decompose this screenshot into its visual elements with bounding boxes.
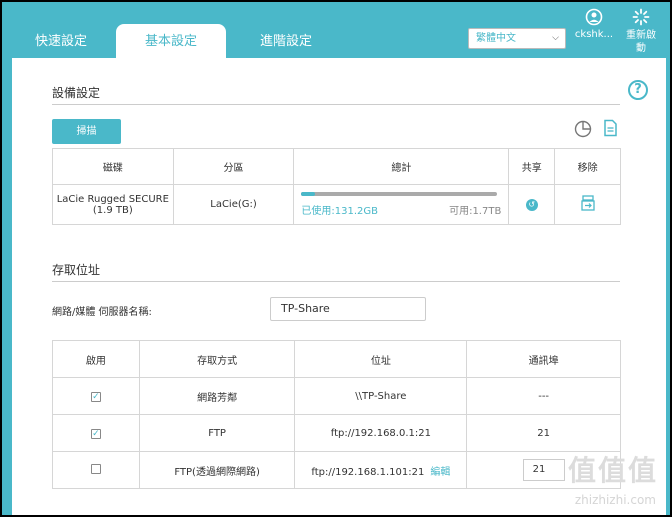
eject-icon[interactable] xyxy=(580,195,595,211)
column-header-access-method: 存取方式 xyxy=(138,340,296,378)
reboot-icon xyxy=(632,8,650,26)
language-select-value: 繁體中文 xyxy=(476,33,516,44)
user-account-button[interactable]: ckshk... xyxy=(572,8,616,40)
watermark-logo: 值值值 xyxy=(567,454,658,487)
access-port: --- xyxy=(466,377,621,415)
table-row: LaCie Rugged SECURE (1.9 TB) LaCie(G:) 已… xyxy=(52,184,621,225)
router-admin-window: 快速設定 基本設定 進階設定 繁體中文 ⌵ ckshk... 重新啟動 設備設定… xyxy=(2,2,670,515)
device-settings-title: 設備設定 xyxy=(52,86,101,100)
port-input[interactable]: 21 xyxy=(522,459,565,481)
user-icon xyxy=(585,8,603,26)
usage-progress-bar xyxy=(301,192,498,196)
usage-cell: 已使用:131.2GB 可用:1.7TB xyxy=(293,184,510,225)
enable-checkbox[interactable] xyxy=(90,463,101,474)
edit-link[interactable]: 編輯 xyxy=(430,467,450,478)
pie-chart-icon[interactable] xyxy=(574,120,592,138)
help-icon[interactable]: ? xyxy=(628,80,648,100)
share-cell: ↺ xyxy=(508,184,556,225)
column-header-port: 通訊埠 xyxy=(466,340,621,378)
access-table: 啟用 存取方式 位址 通訊埠 ✓ 網路芳鄰 \\TP-Share --- ✓ F… xyxy=(52,340,621,489)
divider xyxy=(52,281,620,282)
enable-checkbox[interactable]: ✓ xyxy=(90,391,101,402)
tab-advanced-settings[interactable]: 進階設定 xyxy=(236,24,336,60)
reboot-label: 重新啟動 xyxy=(626,30,656,54)
column-header-share: 共享 xyxy=(508,148,556,185)
table-row: FTP(透過網際網路) ftp://192.168.1.101:21 編輯 21 xyxy=(52,451,621,489)
access-address: ftp://192.168.1.101:21 xyxy=(311,466,425,478)
used-space: 已使用:131.2GB xyxy=(301,206,378,217)
reboot-button[interactable]: 重新啟動 xyxy=(620,8,662,55)
main-content: 設備設定 ? 掃描 磁碟 分區 總計 共享 移除 LaCie Rugged SE… xyxy=(12,58,666,515)
column-header-address: 位址 xyxy=(294,340,468,378)
server-name-input[interactable]: TP-Share xyxy=(270,297,426,321)
tab-basic-settings[interactable]: 基本設定 xyxy=(116,24,226,60)
user-label: ckshk... xyxy=(574,29,614,40)
usage-progress-fill xyxy=(301,192,316,196)
column-header-remove: 移除 xyxy=(554,148,621,185)
share-icon[interactable]: ↺ xyxy=(525,198,538,211)
table-row: ✓ FTP ftp://192.168.0.1:21 21 xyxy=(52,414,621,452)
remove-cell xyxy=(554,184,621,225)
tab-quick-setup[interactable]: 快速設定 xyxy=(16,24,106,60)
access-address: \\TP-Share xyxy=(294,377,468,415)
language-select[interactable]: 繁體中文 ⌵ xyxy=(468,28,566,49)
access-address-title: 存取位址 xyxy=(52,263,101,277)
access-method: 網路芳鄰 xyxy=(138,377,296,415)
access-method: FTP xyxy=(138,414,296,452)
access-address-cell: ftp://192.168.1.101:21 編輯 xyxy=(294,451,468,489)
available-space: 可用:1.7TB xyxy=(449,206,502,217)
column-header-disk: 磁碟 xyxy=(52,148,174,185)
scan-button[interactable]: 掃描 xyxy=(52,119,121,144)
divider xyxy=(52,104,620,105)
column-header-total: 總計 xyxy=(293,148,510,185)
document-icon[interactable] xyxy=(603,119,618,137)
access-address: ftp://192.168.0.1:21 xyxy=(294,414,468,452)
column-header-enable: 啟用 xyxy=(52,340,140,378)
server-name-label: 網路/媒體 伺服器名稱: xyxy=(52,307,152,318)
device-table: 磁碟 分區 總計 共享 移除 LaCie Rugged SECURE (1.9 … xyxy=(52,148,621,225)
enable-checkbox[interactable]: ✓ xyxy=(90,428,101,439)
disk-name: LaCie Rugged SECURE xyxy=(56,193,169,205)
access-port: 21 xyxy=(466,414,621,452)
access-method: FTP(透過網際網路) xyxy=(138,451,296,489)
disk-size: (1.9 TB) xyxy=(92,204,133,216)
table-row: ✓ 網路芳鄰 \\TP-Share --- xyxy=(52,377,621,415)
column-header-partition: 分區 xyxy=(172,148,295,185)
partition-cell: LaCie(G:) xyxy=(172,184,295,225)
watermark-domain: zhizhizhi.com xyxy=(574,493,656,507)
chevron-down-icon: ⌵ xyxy=(552,33,559,43)
disk-cell: LaCie Rugged SECURE (1.9 TB) xyxy=(52,184,174,225)
